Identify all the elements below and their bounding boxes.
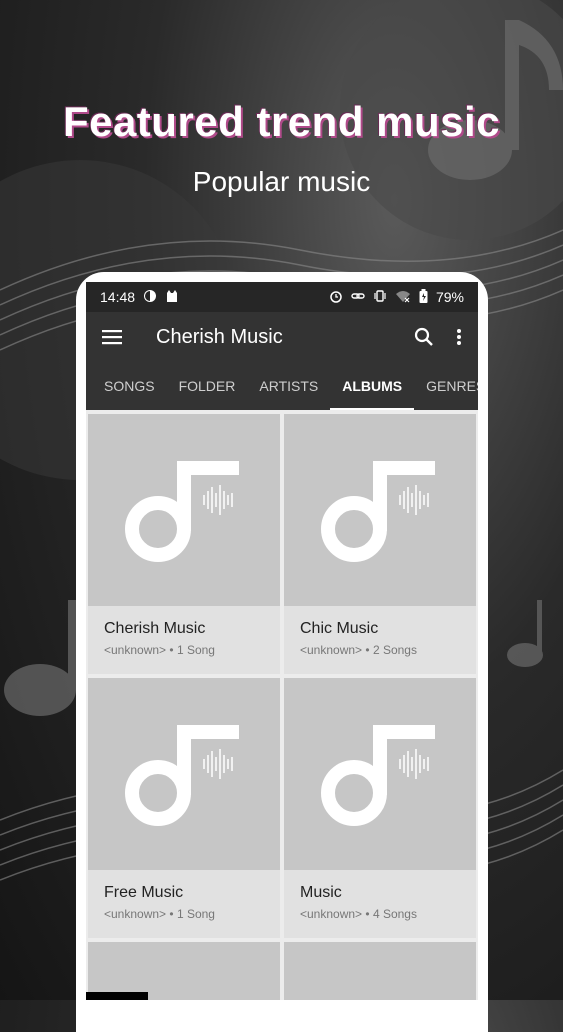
status-bar: 14:48 79%	[86, 282, 478, 312]
music-note-icon	[321, 725, 435, 826]
app-screen: 14:48 79% Cherish Music SONGS FOLDER ART…	[86, 282, 478, 1000]
tab-albums[interactable]: ALBUMS	[330, 362, 415, 410]
more-vert-icon[interactable]	[456, 328, 462, 346]
link-icon	[351, 289, 365, 306]
tab-artists[interactable]: ARTISTS	[247, 362, 330, 410]
app-notification-icon	[143, 289, 157, 306]
album-art	[284, 414, 476, 606]
album-info: <unknown> • 1 Song	[104, 907, 215, 921]
status-time: 14:48	[100, 289, 136, 305]
album-name: Music	[300, 884, 342, 901]
album-art	[88, 678, 280, 870]
album-info: <unknown> • 4 Songs	[300, 907, 417, 921]
album-name: Cherish Music	[104, 620, 206, 637]
battery-percent: 79%	[435, 289, 464, 305]
promo-headline: Featured trend music	[62, 98, 501, 145]
battery-icon	[419, 288, 428, 306]
nav-indicator	[86, 992, 148, 1000]
album-info: <unknown> • 2 Songs	[300, 643, 417, 657]
search-icon[interactable]	[414, 327, 434, 347]
album-art	[284, 678, 476, 870]
album-name: Free Music	[104, 884, 184, 901]
album-card[interactable]: Chic Music <unknown> • 2 Songs	[284, 414, 476, 674]
album-art	[88, 414, 280, 606]
cat-notification-icon	[165, 289, 179, 306]
tab-folder[interactable]: FOLDER	[167, 362, 248, 410]
vibrate-icon	[373, 289, 387, 306]
album-card[interactable]: Cherish Music <unknown> • 1 Song	[88, 414, 280, 674]
wifi-icon	[395, 289, 411, 306]
album-info: <unknown> • 1 Song	[104, 643, 215, 657]
music-note-icon	[321, 461, 435, 562]
album-card[interactable]: Music <unknown> • 4 Songs	[284, 678, 476, 938]
tab-bar: SONGS FOLDER ARTISTS ALBUMS GENRES	[86, 362, 478, 410]
tab-songs[interactable]: SONGS	[92, 362, 167, 410]
album-grid: Cherish Music <unknown> • 1 Song Chic Mu…	[86, 410, 478, 1000]
app-bar: Cherish Music	[86, 312, 478, 362]
tab-genres[interactable]: GENRES	[414, 362, 478, 410]
app-title: Cherish Music	[156, 325, 283, 348]
album-art	[284, 942, 476, 1000]
music-note-icon	[125, 461, 239, 562]
album-name: Chic Music	[300, 620, 379, 637]
hamburger-menu-icon[interactable]	[102, 329, 122, 345]
album-card[interactable]: Free Music <unknown> • 1 Song	[88, 678, 280, 938]
music-note-icon	[125, 725, 239, 826]
promo-subline: Popular music	[192, 166, 371, 197]
alarm-icon	[329, 289, 343, 306]
album-card-partial[interactable]	[284, 942, 476, 1000]
